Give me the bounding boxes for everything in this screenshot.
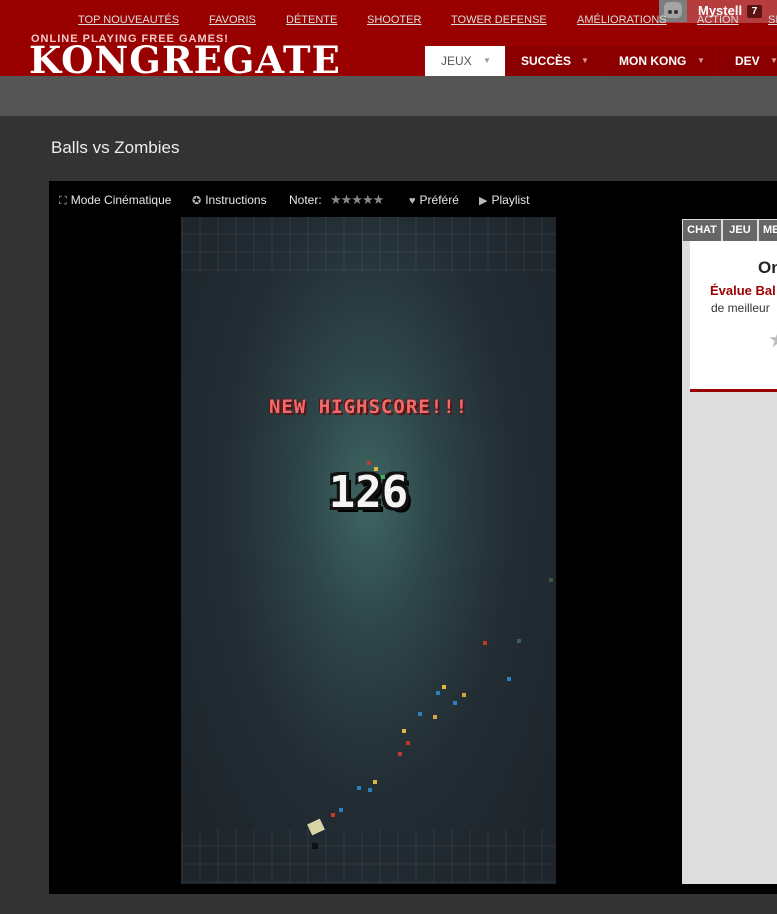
play-icon: ▶: [479, 195, 488, 207]
tab-succes[interactable]: SUCCÈS ▼: [506, 46, 602, 76]
confetti-particle: [406, 741, 410, 745]
confetti-particle: [357, 786, 361, 790]
gamepad-icon: ✪: [192, 195, 202, 207]
confetti-particle: [517, 639, 521, 643]
nav-action[interactable]: ACTION: [697, 14, 739, 26]
new-highscore-banner: NEW HIGHSCORE!!!: [268, 396, 469, 418]
nav-tower-defense[interactable]: TOWER DEFENSE: [451, 14, 547, 26]
rating-panel-text: de meilleur: [711, 301, 770, 315]
rate-game-link[interactable]: Évalue Bal: [710, 283, 776, 298]
ball-shadow: [312, 843, 318, 849]
favorite-label: Préféré: [419, 193, 459, 207]
rating-stars[interactable]: ★★★★★: [330, 192, 384, 208]
confetti-particle: [442, 685, 446, 689]
playlist-button[interactable]: ▶ Playlist: [479, 193, 529, 207]
nav-favoris[interactable]: FAVORIS: [209, 14, 256, 26]
confetti-particle: [483, 641, 487, 645]
tab-jeux[interactable]: JEUX ▼: [425, 46, 505, 76]
tab-chat[interactable]: CHAT: [683, 220, 721, 241]
cinema-mode-label: Mode Cinématique: [70, 193, 172, 207]
nav-ameliorations[interactable]: AMÉLIORATIONS: [577, 14, 667, 26]
confetti-particle: [381, 475, 385, 479]
cinema-mode-button[interactable]: ⛶ Mode Cinématique: [59, 193, 171, 207]
confetti-particle: [436, 691, 440, 695]
tab-me[interactable]: ME: [759, 220, 777, 241]
notification-badge[interactable]: 7: [747, 5, 762, 18]
nav-detente[interactable]: DÉTENTE: [286, 14, 337, 26]
robot-eye-icon: [674, 10, 678, 14]
confetti-particle: [331, 813, 335, 817]
score-display: 126: [328, 467, 409, 518]
chevron-down-icon: ▼: [770, 56, 777, 65]
fullscreen-icon: ⛶: [59, 195, 67, 207]
confetti-particle: [367, 461, 371, 465]
tab-succes-label: SUCCÈS: [521, 54, 572, 68]
meander-border-top: [181, 217, 556, 271]
confetti-particle: [402, 729, 406, 733]
confetti-particle: [453, 701, 457, 705]
confetti-particle: [374, 467, 378, 471]
category-nav: [0, 76, 777, 116]
kongregate-logo[interactable]: KONGREGATE: [29, 42, 341, 79]
confetti-particle: [339, 808, 343, 812]
confetti-particle: [433, 715, 437, 719]
game-canvas[interactable]: NEW HIGHSCORE!!! 126: [181, 217, 556, 884]
robot-eye-icon: [668, 10, 672, 14]
chevron-down-icon: ▼: [483, 56, 491, 65]
nav-shooter[interactable]: SHOOTER: [367, 14, 421, 26]
instructions-button[interactable]: ✪ Instructions: [192, 193, 267, 207]
confetti-particle: [549, 578, 553, 582]
confetti-particle: [398, 752, 402, 756]
favorite-button[interactable]: ♥ Préféré: [409, 193, 459, 207]
rate-label: Noter:: [289, 193, 322, 207]
page-title: Balls vs Zombies: [51, 138, 180, 157]
tab-mon-kong[interactable]: MON KONG ▼: [603, 46, 716, 76]
tab-mon-kong-label: MON KONG: [619, 54, 687, 68]
confetti-particle: [462, 693, 466, 697]
playlist-label: Playlist: [491, 193, 530, 207]
nav-more[interactable]: SI: [768, 14, 777, 26]
nav-top-nouveautes[interactable]: TOP NOUVEAUTÉS: [78, 14, 179, 26]
rating-star-icon[interactable]: ★: [768, 327, 777, 353]
chevron-down-icon: ▼: [581, 56, 589, 65]
tab-dev[interactable]: DEV ▼: [717, 46, 777, 76]
instructions-label: Instructions: [205, 193, 267, 207]
confetti-particle: [368, 788, 372, 792]
rating-panel-heading: On: [758, 258, 777, 277]
confetti-particle: [507, 677, 511, 681]
tab-dev-label: DEV: [735, 54, 760, 68]
chevron-down-icon: ▼: [697, 56, 705, 65]
meander-border-bottom: [181, 829, 556, 883]
confetti-particle: [373, 780, 377, 784]
heart-icon: ♥: [409, 195, 416, 207]
tab-jeu[interactable]: JEU: [723, 220, 757, 241]
confetti-particle: [418, 712, 422, 716]
tab-jeux-label: JEUX: [441, 54, 472, 68]
